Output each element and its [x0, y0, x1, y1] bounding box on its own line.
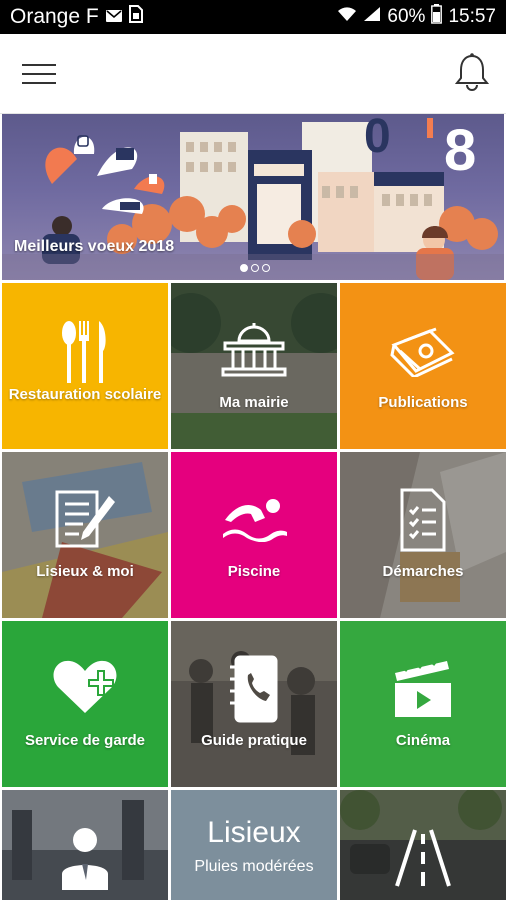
- tile-guide-pratique[interactable]: Guide pratique: [171, 621, 337, 787]
- swimmer-icon: [221, 496, 287, 547]
- svg-text:0: 0: [364, 114, 391, 163]
- battery-icon: [431, 4, 443, 30]
- tile-service-de-garde[interactable]: Service de garde: [2, 621, 168, 787]
- tile-trafic[interactable]: [340, 790, 506, 900]
- status-bar: Orange F 60% 15:57: [0, 0, 506, 34]
- carousel-dot[interactable]: [240, 264, 248, 272]
- tile-label: Service de garde: [24, 732, 146, 749]
- tile-lisieux-moi[interactable]: Lisieux & moi: [2, 452, 168, 618]
- tile-meteo[interactable]: Lisieux Pluies modérées: [171, 790, 337, 900]
- tile-mairie[interactable]: Ma mairie: [171, 283, 337, 449]
- tile-label: Démarches: [382, 563, 464, 580]
- tile-piscine[interactable]: Piscine: [171, 452, 337, 618]
- tile-label: Cinéma: [395, 732, 451, 749]
- tile-cinema[interactable]: Cinéma: [340, 621, 506, 787]
- tile-publications[interactable]: Publications: [340, 283, 506, 449]
- weather-condition: Pluies modérées: [194, 858, 314, 875]
- tile-label: Ma mairie: [219, 394, 289, 411]
- clapperboard-icon: [393, 656, 453, 724]
- road-icon: [393, 828, 453, 893]
- mail-icon: [105, 6, 123, 29]
- checklist-icon: [398, 488, 448, 557]
- tile-label: Restauration scolaire: [8, 386, 162, 403]
- signal-icon: [363, 6, 381, 28]
- tile-restauration[interactable]: Restauration scolaire: [2, 283, 168, 449]
- clock: 15:57: [448, 6, 496, 27]
- carousel-dots[interactable]: [240, 264, 270, 272]
- banner-caption: Meilleurs voeux 2018: [14, 238, 175, 255]
- tile-label: Guide pratique: [201, 732, 307, 749]
- carousel-dot[interactable]: [251, 264, 259, 272]
- town-hall-icon: [221, 321, 287, 382]
- form-pen-icon: [53, 486, 117, 557]
- sim-icon: [128, 5, 143, 29]
- tile-label: Piscine: [227, 563, 281, 580]
- tile-label: Publications: [378, 394, 468, 411]
- cutlery-icon: [61, 321, 109, 388]
- carousel-dot[interactable]: [262, 264, 270, 272]
- user-icon: [60, 826, 110, 895]
- wifi-icon: [337, 6, 357, 28]
- tile-profil[interactable]: [2, 790, 168, 900]
- app-header: [0, 34, 506, 114]
- bell-icon[interactable]: [452, 52, 492, 94]
- news-banner[interactable]: 0 8 Meilleurs voeux 2018: [2, 114, 504, 280]
- svg-text:8: 8: [444, 118, 476, 183]
- newspaper-icon: [390, 325, 456, 382]
- carrier-name: Orange F: [10, 5, 99, 28]
- tile-demarches[interactable]: Démarches: [340, 452, 506, 618]
- battery-percent: 60%: [387, 6, 426, 27]
- heart-plus-icon: [52, 657, 118, 722]
- hamburger-menu-icon[interactable]: [22, 60, 58, 88]
- phone-book-icon: [226, 655, 282, 728]
- weather-city: Lisieux: [207, 816, 301, 849]
- tile-label: Lisieux & moi: [36, 563, 134, 580]
